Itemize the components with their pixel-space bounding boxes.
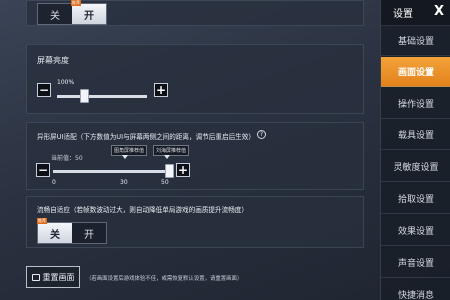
reset-graphics-button[interactable]: 重置画面 xyxy=(26,266,80,288)
adaptive-toggle-on[interactable]: 开 xyxy=(72,223,106,243)
notch-tick-max: 50 xyxy=(161,179,169,186)
notch-slider-thumb[interactable] xyxy=(165,164,174,178)
close-icon[interactable]: X xyxy=(434,4,444,19)
sidebar-item-label: 声音设置 xyxy=(397,259,434,269)
reset-note: （若画面设置后游戏体验不佳，或需恢复默认设置，请重置画面） xyxy=(86,276,243,282)
brightness-panel: 屏幕亮度 100% − + xyxy=(26,44,364,114)
brightness-decrease-button[interactable]: − xyxy=(37,83,51,97)
reset-icon xyxy=(31,273,40,281)
notch-increase-button[interactable]: + xyxy=(176,163,190,177)
sidebar-item-sound[interactable]: 声音设置 xyxy=(381,248,450,278)
sidebar-item-graphics[interactable]: 画面设置 xyxy=(381,57,450,87)
sidebar-item-quick-messages[interactable]: 快捷消息 xyxy=(381,280,450,300)
sidebar-item-pickup[interactable]: 拾取设置 xyxy=(381,184,450,214)
brightness-title: 屏幕亮度 xyxy=(37,56,69,65)
brightness-value: 100% xyxy=(57,79,75,86)
notch-tick-min: 0 xyxy=(52,179,56,186)
settings-title: 设置 xyxy=(393,9,413,20)
top-toggle[interactable]: 关 开 xyxy=(37,3,107,25)
notch-adaptation-panel: 异形屏UI适配（下方数值为UI与屏幕两侧之间的距离，调节后重启后生效） ? 当前… xyxy=(26,122,364,190)
sidebar-item-label: 操作设置 xyxy=(397,100,434,110)
settings-sidebar: 设置 X 基础设置 画面设置 操作设置 载具设置 灵敏度设置 拾取设置 效果设置… xyxy=(380,0,450,300)
sidebar-item-label: 效果设置 xyxy=(397,227,434,237)
adaptive-toggle-off[interactable]: 关 xyxy=(38,223,72,243)
notch-tag-right-pointer xyxy=(164,155,170,159)
notch-slider-track[interactable] xyxy=(53,170,169,173)
reset-label: 重置画面 xyxy=(42,272,75,282)
brightness-slider-track[interactable] xyxy=(57,95,147,98)
sidebar-item-label: 画面设置 xyxy=(397,68,434,78)
sidebar-item-label: 拾取设置 xyxy=(397,195,434,205)
sidebar-item-sensitivity[interactable]: 灵敏度设置 xyxy=(381,152,450,182)
notch-title: 异形屏UI适配（下方数值为UI与屏幕两侧之间的距离，调节后重启后生效） xyxy=(37,133,255,141)
sidebar-item-vehicle[interactable]: 载具设置 xyxy=(381,120,450,150)
brightness-slider-thumb[interactable] xyxy=(80,89,89,103)
sidebar-item-label: 基础设置 xyxy=(397,37,434,47)
graphics-style-panel: 关 开 推荐 xyxy=(26,0,364,26)
adaptive-toggle[interactable]: 关 开 xyxy=(37,222,107,244)
adaptive-recommend-badge: 推荐 xyxy=(37,218,47,224)
brightness-increase-button[interactable]: + xyxy=(154,83,168,97)
notch-tag-right: 刘海屏推荐值 xyxy=(153,145,190,156)
recommend-badge: 推荐 xyxy=(71,0,81,6)
sidebar-item-label: 载具设置 xyxy=(397,131,434,141)
notch-tag-left-pointer xyxy=(122,155,128,159)
top-toggle-off[interactable]: 关 xyxy=(38,4,72,24)
sidebar-item-label: 灵敏度设置 xyxy=(393,163,439,173)
notch-tag-left: 图角屏推荐值 xyxy=(111,145,148,156)
sidebar-item-label: 快捷消息 xyxy=(397,291,434,300)
notch-tick-mid: 30 xyxy=(120,179,128,186)
sidebar-item-controls[interactable]: 操作设置 xyxy=(381,89,450,119)
sidebar-item-basic[interactable]: 基础设置 xyxy=(381,26,450,56)
notch-current-value: 当前值：50 xyxy=(51,155,83,162)
help-icon[interactable]: ? xyxy=(257,130,266,139)
top-toggle-on[interactable]: 开 xyxy=(72,4,106,24)
adaptive-fluency-panel: 流畅自适应（若帧数波动过大，则自动降低单局游戏的画质提升流畅度） 关 开 推荐 xyxy=(26,196,364,248)
adaptive-title: 流畅自适应（若帧数波动过大，则自动降低单局游戏的画质提升流畅度） xyxy=(37,206,248,214)
sidebar-item-effects[interactable]: 效果设置 xyxy=(381,216,450,246)
notch-decrease-button[interactable]: − xyxy=(36,163,50,177)
